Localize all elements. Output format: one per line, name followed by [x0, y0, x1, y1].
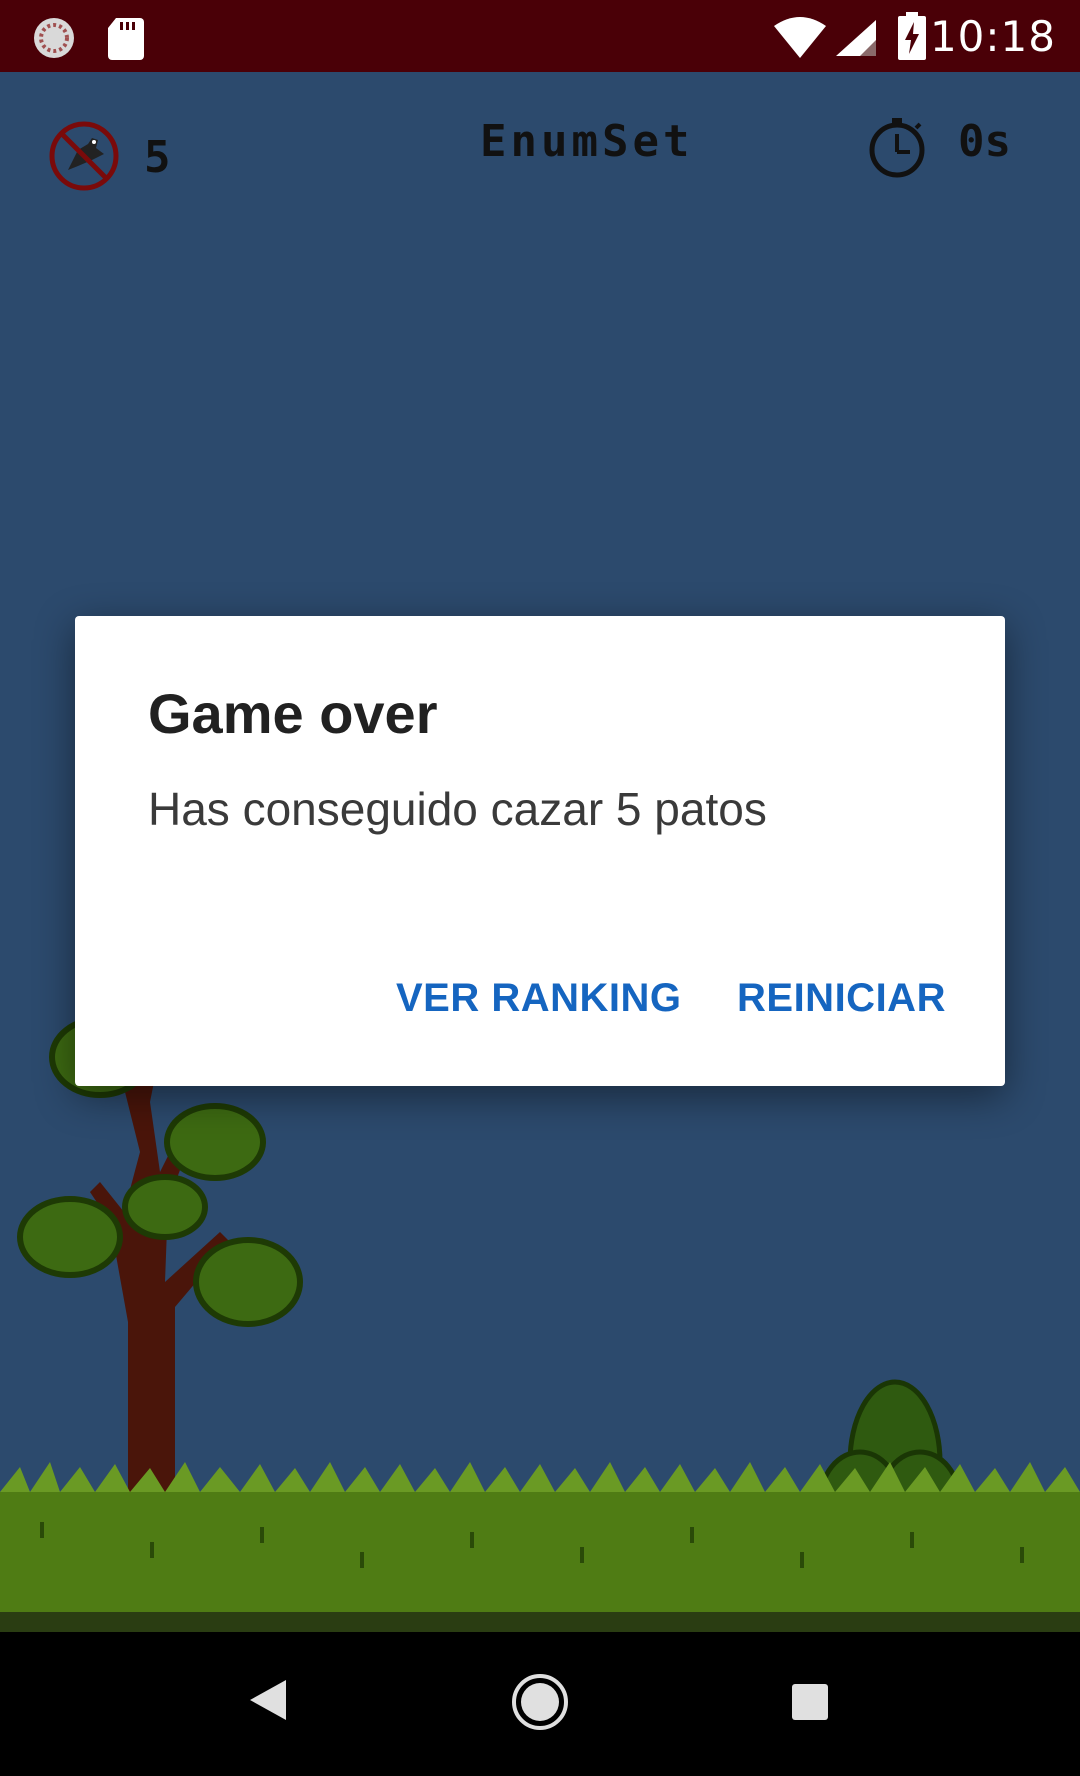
recents-icon[interactable]	[790, 1682, 830, 1727]
view-ranking-button[interactable]: VER RANKING	[396, 976, 682, 1021]
restart-button[interactable]: REINICIAR	[737, 976, 946, 1021]
dialog-title: Game over	[148, 682, 438, 745]
game-over-dialog: Game over Has conseguido cazar 5 patos V…	[75, 616, 1005, 1086]
back-icon[interactable]	[246, 1676, 290, 1729]
clock-time: 10:18	[929, 12, 1056, 61]
signal-icon	[834, 18, 878, 63]
home-icon[interactable]	[510, 1672, 570, 1737]
status-bar: 10:18	[0, 0, 1080, 72]
navigation-bar	[0, 1632, 1080, 1776]
sync-icon	[32, 16, 76, 65]
battery-charging-icon	[898, 12, 926, 65]
sd-card-icon	[106, 16, 146, 65]
grass	[0, 1492, 1080, 1632]
dialog-message: Has conseguido cazar 5 patos	[148, 783, 767, 835]
wifi-icon	[772, 16, 828, 65]
